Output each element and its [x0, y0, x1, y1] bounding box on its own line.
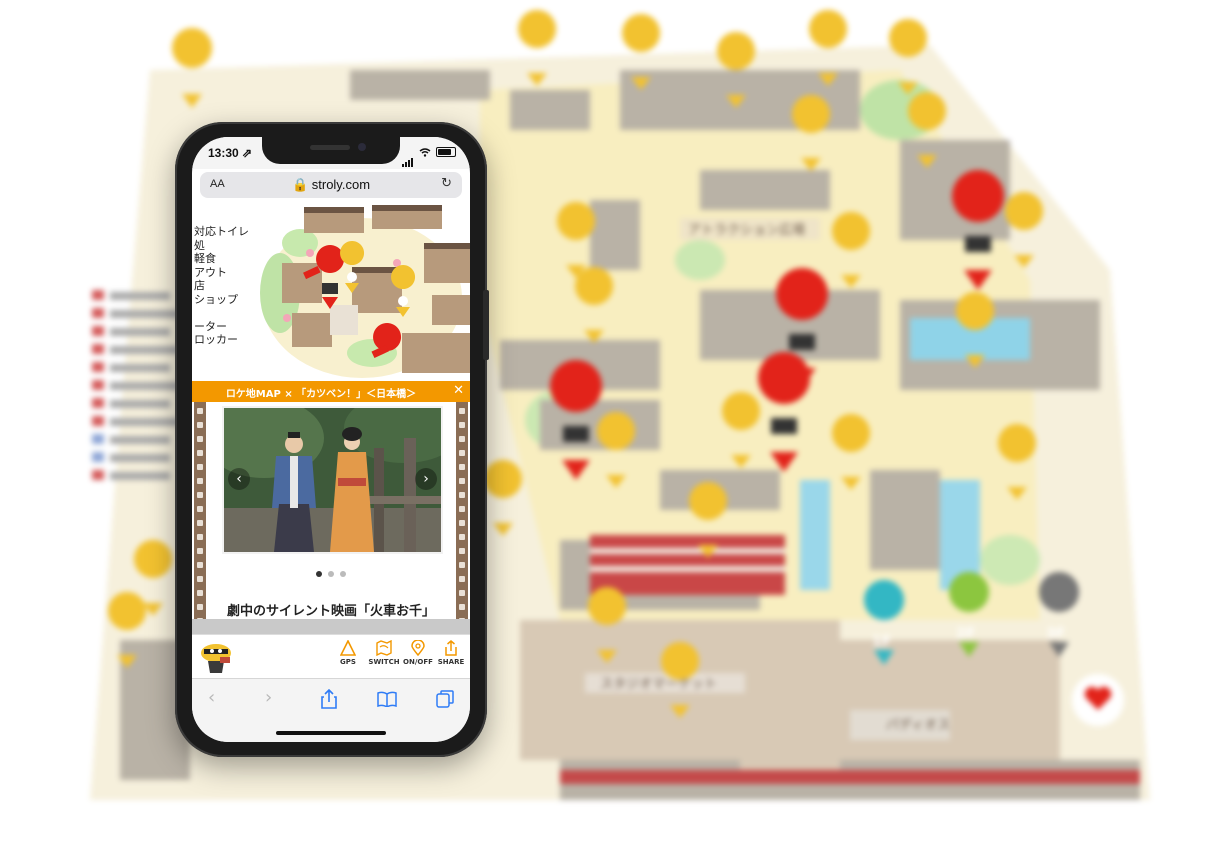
- browser-toolbar: ‹ ›: [192, 678, 470, 742]
- svg-text:2F: 2F: [956, 626, 975, 642]
- legend-item: アウト: [194, 265, 227, 279]
- speaker-grille: [310, 145, 350, 150]
- switch-button[interactable]: SWITCH: [367, 640, 401, 666]
- legend-item: 軽食: [194, 252, 216, 265]
- carousel-dots: [192, 562, 470, 581]
- popup-header: ロケ地MAP × 「カツベン！」＜日本橋＞ ✕: [192, 381, 470, 402]
- signal-icon: [402, 148, 414, 167]
- map-icon: [376, 640, 392, 656]
- reload-icon[interactable]: ↻: [441, 176, 452, 191]
- scene-photo[interactable]: ‹ ›: [222, 406, 443, 554]
- legend-item: 対応トイレ: [194, 225, 249, 238]
- tabs-icon[interactable]: [436, 690, 454, 708]
- close-icon[interactable]: ✕: [453, 383, 464, 398]
- share-button[interactable]: SHARE: [434, 640, 468, 666]
- carousel-dot[interactable]: [316, 571, 322, 577]
- bookmarks-icon[interactable]: [377, 691, 397, 707]
- map-label-studio-market: スタジオマーケット: [600, 677, 717, 692]
- map-legend: 対応トイレ 処 軽食 アウト 店 ショップ ーター ロッカー: [194, 225, 249, 347]
- content-divider: [192, 619, 470, 634]
- carousel-dot[interactable]: [340, 571, 346, 577]
- legend-item: [194, 306, 249, 320]
- next-photo-button[interactable]: ›: [415, 468, 437, 490]
- share-icon: [445, 640, 457, 656]
- popup-title: ロケ地MAP × 「カツベン！」＜日本橋＞: [225, 389, 417, 400]
- map-view[interactable]: 対応トイレ 処 軽食 アウト 店 ショップ ーター ロッカー: [192, 203, 470, 381]
- gps-label: GPS: [340, 658, 356, 666]
- url-text[interactable]: 🔒 stroly.com: [200, 177, 462, 193]
- spot-caption: 劇中のサイレント映画「火車お千」: [226, 604, 435, 619]
- popup-content: ‹ › 劇中のサイレント映画「火車お千」: [192, 402, 470, 637]
- mascot-logo[interactable]: [198, 639, 234, 675]
- gps-button[interactable]: GPS: [331, 640, 365, 666]
- switch-label: SWITCH: [368, 658, 400, 666]
- status-indicators: [402, 147, 456, 167]
- smartphone-frame: 13:30 ⇗ AA 🔒 stroly.com ↻ 対応トイレ 処 軽食 アウト…: [175, 122, 489, 757]
- legend-item: 店: [194, 279, 205, 292]
- carousel-dot[interactable]: [328, 571, 334, 577]
- phone-screen: 13:30 ⇗ AA 🔒 stroly.com ↻ 対応トイレ 処 軽食 アウト…: [192, 137, 470, 742]
- forward-button[interactable]: ›: [265, 687, 272, 708]
- legend-item: ロッカー: [194, 333, 238, 346]
- status-time: 13:30 ⇗: [208, 146, 253, 160]
- phone-notch: [262, 137, 400, 164]
- front-camera: [358, 143, 366, 151]
- legend-item: ショップ: [194, 292, 238, 306]
- phone-side-button: [483, 290, 489, 360]
- home-indicator[interactable]: [276, 731, 386, 735]
- triangle-icon: [340, 640, 356, 656]
- svg-text:1F: 1F: [872, 634, 891, 650]
- prev-photo-button[interactable]: ‹: [228, 468, 250, 490]
- photo-image: [224, 408, 441, 552]
- battery-icon: [436, 147, 456, 157]
- share-label: SHARE: [437, 658, 465, 666]
- address-bar[interactable]: AA 🔒 stroly.com ↻: [200, 172, 462, 198]
- app-toolbar: GPS SWITCH ON/OFF SHARE: [192, 634, 470, 679]
- legend-item: ーター: [194, 319, 227, 333]
- wifi-icon: [419, 147, 431, 157]
- back-button[interactable]: ‹: [208, 687, 215, 708]
- share-icon[interactable]: [320, 689, 338, 709]
- pin-icon: [411, 640, 425, 656]
- map-label-attraction-plaza: アトラクション広場: [688, 223, 805, 238]
- legend-item: 処: [194, 238, 205, 252]
- svg-text:3F: 3F: [1046, 626, 1065, 642]
- onoff-button[interactable]: ON/OFF: [401, 640, 435, 666]
- onoff-label: ON/OFF: [403, 658, 433, 666]
- map-label-paddios: パディオス: [886, 717, 950, 733]
